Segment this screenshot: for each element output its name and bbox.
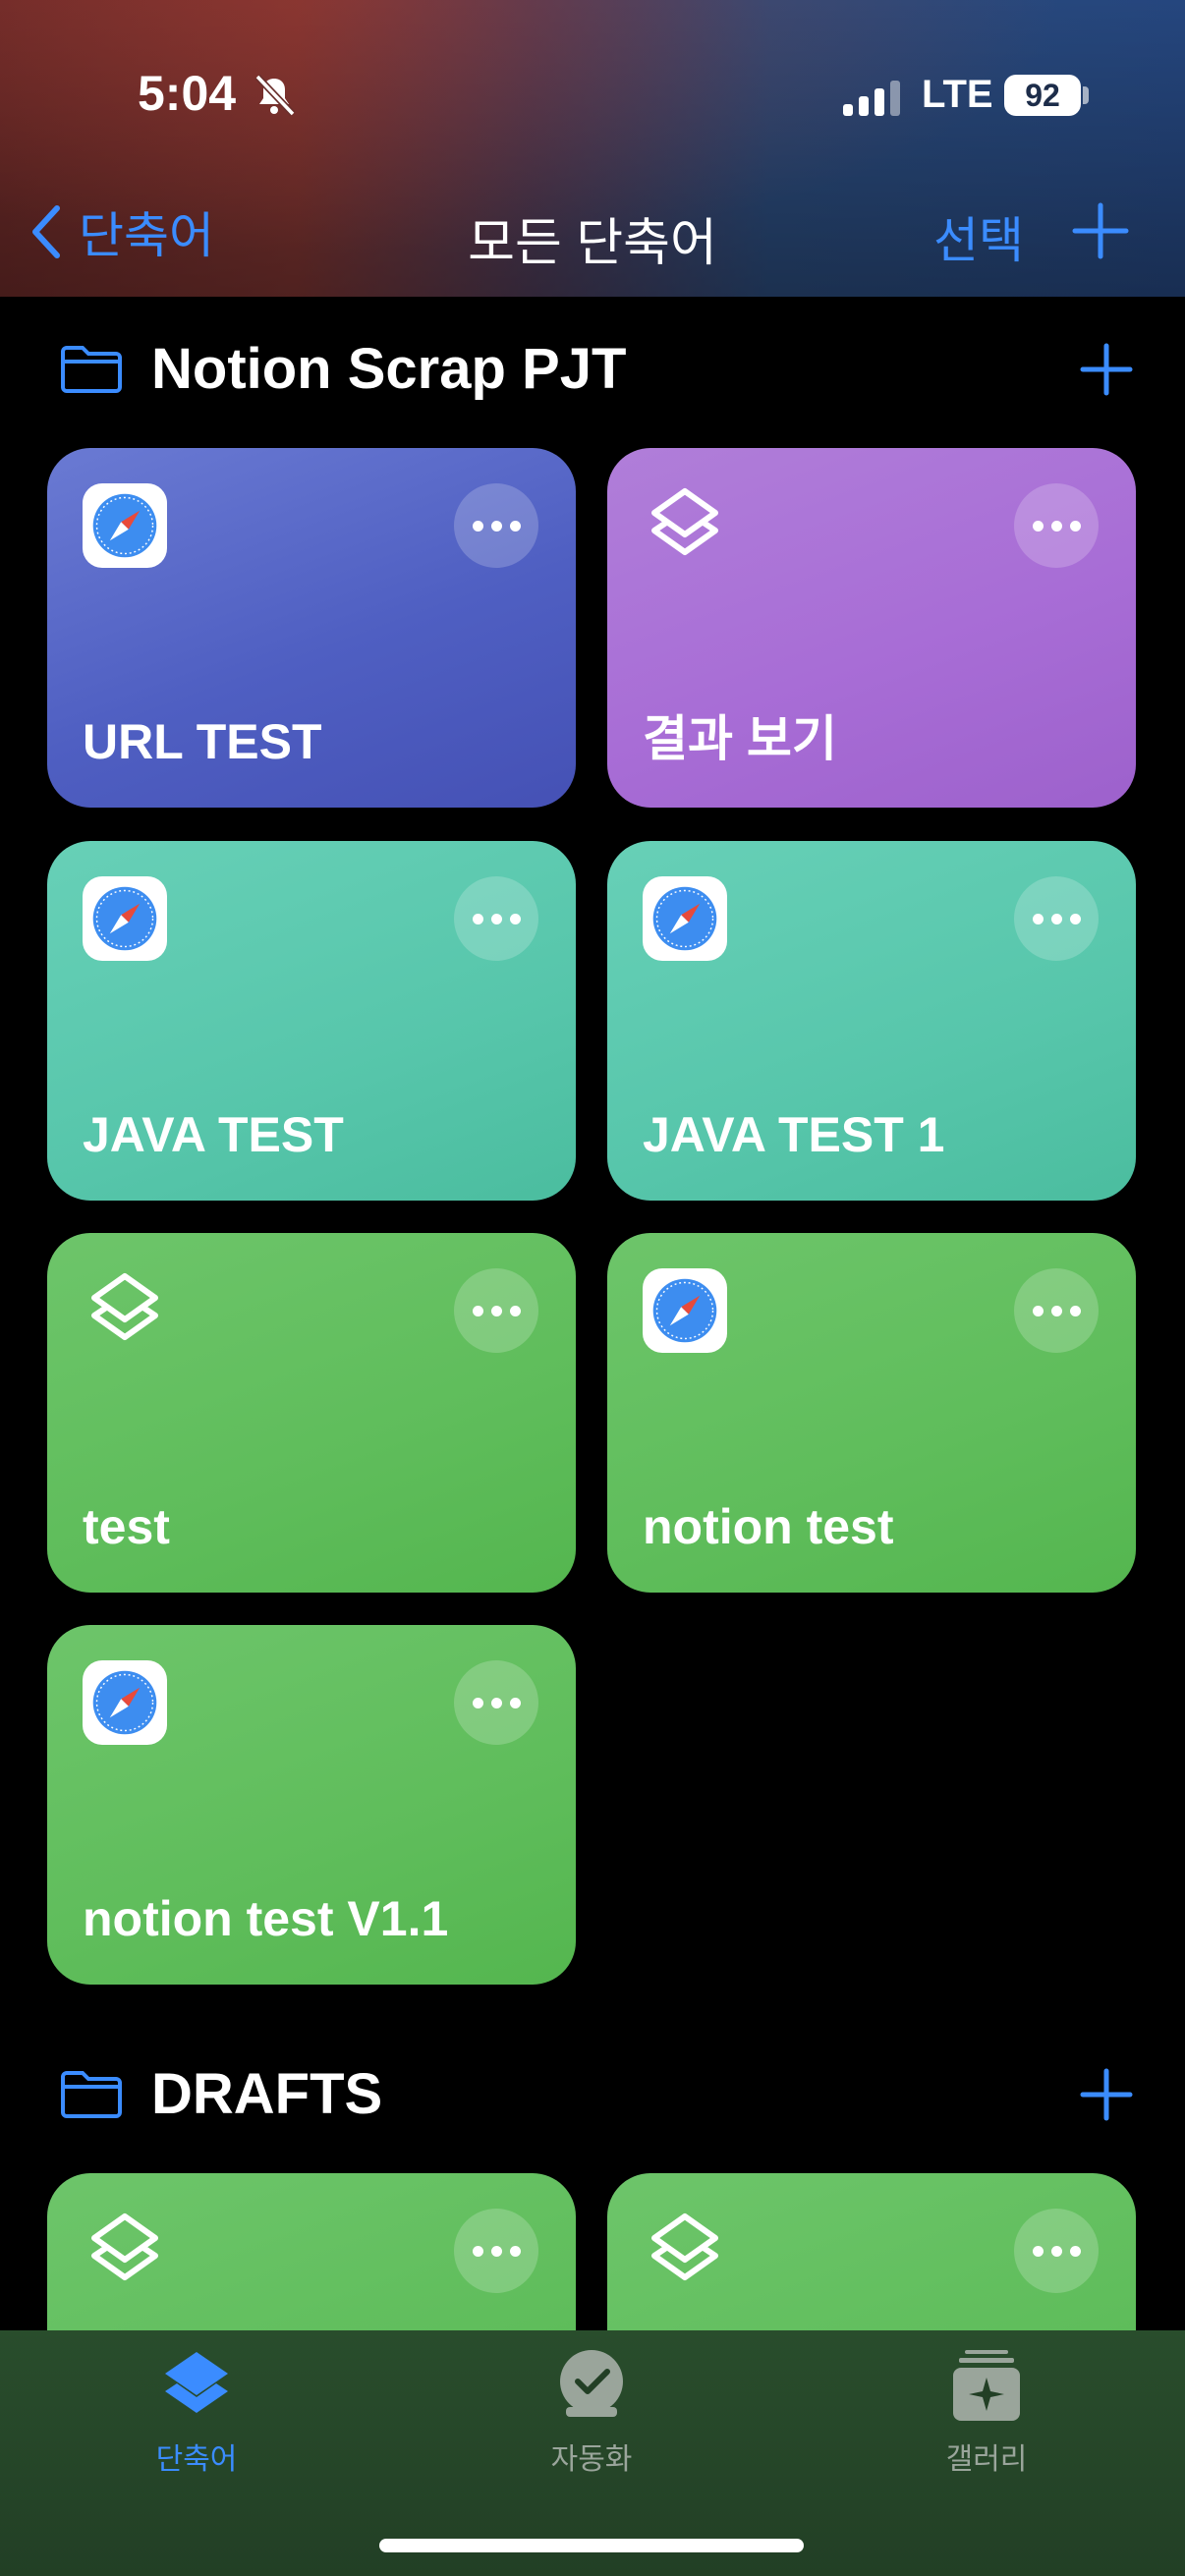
battery-tip [1083, 86, 1089, 104]
tab-gallery[interactable]: 갤러리 [888, 2346, 1085, 2478]
more-options-button[interactable] [1014, 876, 1099, 961]
section-title: Notion Scrap PJT [151, 337, 627, 401]
safari-icon [83, 1660, 167, 1745]
battery-level: 92 [1025, 77, 1060, 113]
section-header-drafts[interactable]: DRAFTS [59, 2061, 382, 2127]
more-options-button[interactable] [1014, 1268, 1099, 1353]
card-title: notion test V1.1 [83, 1891, 449, 1946]
select-button[interactable]: 선택 [933, 201, 1024, 272]
card-title: test [83, 1499, 170, 1554]
shortcut-card[interactable]: URL TEST [47, 448, 576, 808]
folder-icon [61, 345, 122, 393]
network-type: LTE [922, 73, 993, 116]
status-time: 5:04 [138, 66, 237, 121]
battery-indicator: 92 [1004, 75, 1081, 116]
checkmark-clock-icon [560, 2350, 623, 2417]
more-options-button[interactable] [454, 1268, 538, 1353]
bell-slash-icon [254, 74, 296, 117]
add-shortcut-plus-icon[interactable] [1079, 342, 1134, 397]
tab-label: 단축어 [155, 2443, 238, 2476]
tab-label: 갤러리 [945, 2443, 1028, 2476]
more-options-button[interactable] [454, 1660, 538, 1745]
tab-shortcuts[interactable]: 단축어 [98, 2346, 295, 2478]
card-title: notion test [643, 1499, 894, 1554]
shortcut-card[interactable]: notion test V1.1 [47, 1625, 576, 1985]
layers-icon [91, 1273, 158, 1340]
layers-icon [651, 2213, 718, 2280]
more-options-button[interactable] [454, 483, 538, 568]
layers-icon [165, 2352, 228, 2413]
section-title: DRAFTS [151, 2062, 383, 2126]
home-indicator[interactable] [379, 2539, 804, 2552]
safari-icon [643, 876, 727, 961]
card-title: JAVA TEST 1 [643, 1107, 945, 1162]
card-title: JAVA TEST [83, 1107, 344, 1162]
plus-icon[interactable] [1071, 201, 1130, 260]
folder-icon [61, 2070, 122, 2118]
layers-icon [651, 488, 718, 555]
safari-icon [643, 1268, 727, 1353]
more-options-button[interactable] [454, 2209, 538, 2293]
section-header-notion-scrap[interactable]: Notion Scrap PJT [59, 336, 626, 402]
gallery-sparkle-icon [953, 2350, 1020, 2421]
card-title: URL TEST [83, 714, 322, 769]
safari-icon [83, 876, 167, 961]
safari-icon [83, 483, 167, 568]
layers-icon [91, 2213, 158, 2280]
shortcut-card[interactable]: JAVA TEST 1 [607, 841, 1136, 1201]
shortcut-card[interactable]: notion test [607, 1233, 1136, 1593]
tab-label: 자동화 [550, 2443, 633, 2476]
cell-signal-icon [843, 77, 900, 116]
add-shortcut-plus-icon[interactable] [1079, 2067, 1134, 2122]
shortcut-card[interactable]: test [47, 1233, 576, 1593]
card-title: 결과 보기 [643, 711, 837, 766]
shortcut-card[interactable]: 결과 보기 [607, 448, 1136, 808]
tab-automation[interactable]: 자동화 [493, 2346, 690, 2478]
shortcut-card[interactable]: JAVA TEST [47, 841, 576, 1201]
more-options-button[interactable] [454, 876, 538, 961]
more-options-button[interactable] [1014, 2209, 1099, 2293]
more-options-button[interactable] [1014, 483, 1099, 568]
